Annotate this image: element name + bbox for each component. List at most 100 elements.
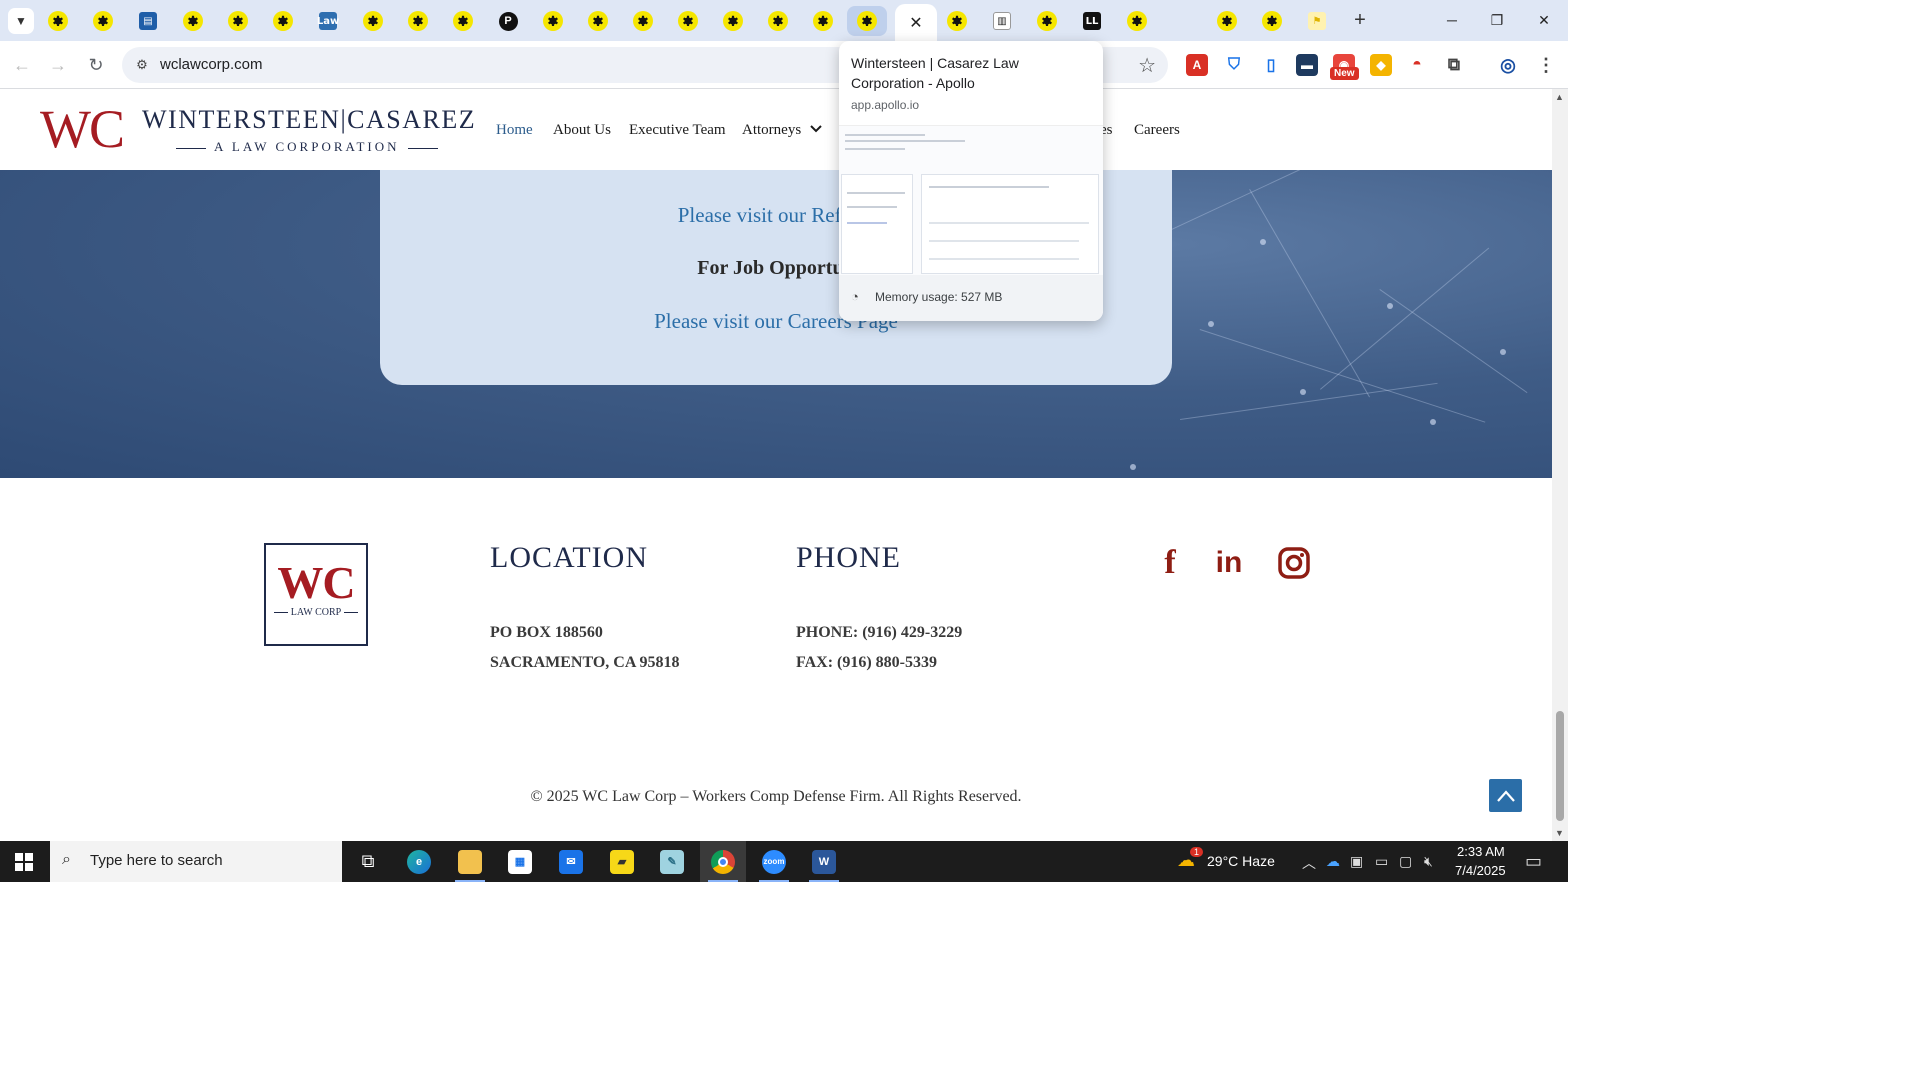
- taskbar-mail[interactable]: ✉: [548, 841, 594, 882]
- tab-active[interactable]: ✕: [895, 4, 937, 41]
- site-settings-icon[interactable]: ⚙: [132, 55, 152, 75]
- tab[interactable]: [1207, 6, 1247, 36]
- taskbar-word[interactable]: W: [801, 841, 847, 882]
- pokeball-extension-icon[interactable]: ◓: [1406, 54, 1428, 76]
- taskbar-store[interactable]: ▦: [497, 841, 543, 882]
- taskbar-file-explorer[interactable]: [447, 841, 493, 882]
- nav-about-us[interactable]: About Us: [553, 122, 611, 139]
- tab[interactable]: ▤: [128, 6, 168, 36]
- scroll-down-icon[interactable]: ▼: [1555, 828, 1564, 838]
- tab[interactable]: [803, 6, 843, 36]
- tab-hovered[interactable]: [847, 6, 887, 36]
- tab[interactable]: [937, 6, 977, 36]
- tab[interactable]: P: [488, 6, 528, 36]
- tab[interactable]: [353, 6, 393, 36]
- nav-attorneys-label: Attorneys: [742, 122, 802, 138]
- tab[interactable]: Law: [308, 6, 348, 36]
- asterisk-favicon-icon: [48, 11, 68, 31]
- tab[interactable]: [83, 6, 123, 36]
- nav-careers[interactable]: Careers: [1134, 122, 1180, 139]
- film-extension-icon[interactable]: ▬: [1296, 54, 1318, 76]
- tab[interactable]: [1027, 6, 1067, 36]
- law-favicon-icon: Law: [317, 12, 339, 30]
- tab[interactable]: [38, 6, 78, 36]
- back-to-top-button[interactable]: [1489, 779, 1522, 812]
- reload-icon: ↻: [88, 54, 104, 75]
- instagram-icon[interactable]: [1276, 545, 1312, 581]
- url-text[interactable]: wclawcorp.com: [160, 56, 263, 73]
- asterisk-favicon-icon: [1037, 11, 1057, 31]
- volume-muted-icon[interactable]: 🔇︎: [1424, 853, 1433, 870]
- taskbar-edge[interactable]: e: [396, 841, 442, 882]
- menu-kebab-icon[interactable]: ⋮: [1535, 54, 1557, 76]
- shield-extension-icon[interactable]: ⛉: [1223, 54, 1245, 76]
- scrollbar-thumb[interactable]: [1556, 711, 1564, 821]
- network-icon[interactable]: ▢: [1399, 853, 1412, 870]
- tab[interactable]: [668, 6, 708, 36]
- minimize-button[interactable]: ─: [1434, 6, 1470, 34]
- tab[interactable]: [623, 6, 663, 36]
- footer-logo[interactable]: WC LAW CORP: [264, 543, 368, 646]
- hover-card-memory: ◔ Memory usage: 527 MB: [839, 275, 1103, 321]
- tab[interactable]: [578, 6, 618, 36]
- bookmark-star-icon[interactable]: ☆: [1138, 53, 1156, 78]
- profile-avatar-icon[interactable]: ◎: [1497, 54, 1519, 76]
- tab[interactable]: LL: [1072, 6, 1112, 36]
- pdf-extension-icon[interactable]: A: [1186, 54, 1208, 76]
- thumb-line: [845, 140, 965, 142]
- tab[interactable]: [218, 6, 258, 36]
- page-scrollbar[interactable]: ▲ ▼: [1552, 89, 1568, 841]
- meet-now-icon[interactable]: ▣: [1350, 853, 1363, 870]
- nav-attorneys[interactable]: Attorneys: [742, 122, 823, 139]
- nav-executive-team[interactable]: Executive Team: [629, 122, 726, 139]
- new-tab-button[interactable]: +: [1348, 8, 1372, 32]
- clock-time[interactable]: 2:33 AM: [1457, 844, 1505, 859]
- tab[interactable]: [1162, 6, 1202, 36]
- tab[interactable]: ⚑: [1297, 6, 1337, 36]
- pen-app-icon: ✎: [660, 849, 684, 874]
- logo-letters[interactable]: WC: [40, 99, 125, 159]
- clock-date[interactable]: 7/4/2025: [1455, 863, 1506, 878]
- doc-extension-icon[interactable]: ▯: [1260, 54, 1282, 76]
- tab[interactable]: [443, 6, 483, 36]
- weather-text[interactable]: 29°C Haze: [1207, 853, 1275, 869]
- logo-name[interactable]: WINTERSTEEN|CASAREZ: [142, 105, 476, 135]
- tab[interactable]: [713, 6, 753, 36]
- forward-button[interactable]: →: [44, 51, 72, 79]
- puzzle-extensions-icon[interactable]: ⧉: [1443, 54, 1465, 76]
- blank-favicon-icon: [1173, 12, 1191, 30]
- search-icon: ⌕: [62, 851, 71, 868]
- close-icon[interactable]: ✕: [909, 13, 922, 33]
- facebook-icon[interactable]: f: [1152, 544, 1188, 581]
- plus-icon: +: [1354, 8, 1366, 31]
- tab[interactable]: [263, 6, 303, 36]
- taskbar-app[interactable]: ✎: [649, 841, 695, 882]
- tab[interactable]: [1252, 6, 1292, 36]
- chevron-up-icon[interactable]: ︿: [1302, 853, 1316, 873]
- tab[interactable]: [173, 6, 213, 36]
- onedrive-icon[interactable]: ☁: [1326, 853, 1340, 870]
- taskbar-search[interactable]: ⌕ Type here to search: [50, 841, 342, 882]
- restore-button[interactable]: ❐: [1479, 6, 1515, 34]
- close-window-button[interactable]: ✕: [1526, 6, 1562, 34]
- asterisk-favicon-icon: [1127, 11, 1147, 31]
- nav-home[interactable]: Home: [496, 122, 533, 139]
- back-button[interactable]: ←: [8, 51, 36, 79]
- battery-icon[interactable]: ▭: [1375, 853, 1388, 870]
- tab[interactable]: [758, 6, 798, 36]
- tab[interactable]: [533, 6, 573, 36]
- taskbar-zoom[interactable]: zoom: [751, 841, 797, 882]
- reload-button[interactable]: ↻: [82, 51, 110, 79]
- start-button[interactable]: [0, 841, 48, 882]
- tab[interactable]: ▥: [982, 6, 1022, 36]
- task-view-button[interactable]: ⧉: [345, 841, 391, 882]
- color-extension-icon[interactable]: ◆: [1370, 54, 1392, 76]
- taskbar-sticky-notes[interactable]: ▰: [599, 841, 645, 882]
- tab[interactable]: [1117, 6, 1157, 36]
- taskbar-chrome[interactable]: [700, 841, 746, 882]
- scroll-up-icon[interactable]: ▲: [1555, 92, 1564, 102]
- linkedin-icon[interactable]: in: [1211, 545, 1247, 581]
- tab[interactable]: [398, 6, 438, 36]
- notification-icon[interactable]: ▭: [1525, 851, 1542, 872]
- tab-search-button[interactable]: ▼: [8, 8, 34, 34]
